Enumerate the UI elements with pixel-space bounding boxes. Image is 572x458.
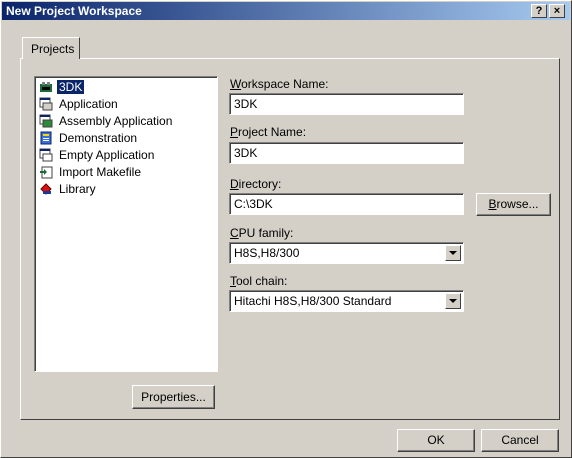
list-item-label: Demonstration — [59, 131, 138, 145]
demonstration-icon — [40, 131, 52, 145]
cpu-family-value: H8S,H8/300 — [234, 246, 300, 260]
list-item-empty-application[interactable]: Empty Application — [38, 147, 214, 164]
3dk-board-icon — [40, 82, 52, 92]
cpu-family-label: CPU family: — [230, 226, 294, 240]
directory-label: Directory: — [230, 177, 282, 191]
project-name-input[interactable]: 3DK — [229, 142, 464, 164]
import-makefile-icon — [40, 166, 53, 179]
project-name-label: Project Name: — [230, 125, 307, 139]
cancel-button[interactable]: Cancel — [481, 429, 559, 452]
close-button[interactable]: × — [549, 4, 565, 18]
workspace-name-label: Workspace Name: — [230, 77, 329, 91]
tool-chain-value: Hitachi H8S,H8/300 Standard — [234, 294, 392, 308]
project-type-list[interactable]: 3DK Application Assembly Application Dem… — [34, 76, 218, 372]
chevron-down-icon[interactable] — [445, 245, 461, 261]
list-item-label: Application — [59, 97, 118, 111]
ok-button[interactable]: OK — [397, 429, 475, 452]
list-item-label: Library — [59, 182, 96, 196]
tool-chain-select[interactable]: Hitachi H8S,H8/300 Standard — [229, 290, 464, 312]
help-button[interactable]: ? — [531, 4, 547, 18]
list-item-3dk[interactable]: 3DK — [38, 79, 214, 96]
empty-application-icon — [39, 148, 53, 162]
directory-input[interactable]: C:\3DK — [229, 193, 464, 215]
workspace-name-input[interactable]: 3DK — [229, 93, 464, 115]
dialog-title: New Project Workspace — [6, 4, 142, 18]
assembly-application-icon — [39, 114, 53, 128]
tool-chain-label: Tool chain: — [230, 274, 288, 288]
list-item-demonstration[interactable]: Demonstration — [38, 130, 214, 147]
tab-projects-label: Projects — [31, 42, 75, 56]
chevron-down-icon[interactable] — [445, 293, 461, 309]
list-item-label: Import Makefile — [59, 165, 142, 179]
title-bar[interactable]: New Project Workspace ? × — [2, 2, 570, 20]
application-icon — [39, 97, 53, 111]
library-icon — [40, 183, 52, 195]
properties-button[interactable]: Properties... — [132, 385, 215, 409]
list-item-label: Assembly Application — [59, 114, 173, 128]
cpu-family-select[interactable]: H8S,H8/300 — [229, 242, 464, 264]
tab-projects[interactable]: Projects — [22, 37, 80, 59]
list-item-label: Empty Application — [59, 148, 155, 162]
list-item-label: 3DK — [57, 80, 85, 94]
list-item-application[interactable]: Application — [38, 96, 214, 113]
list-item-assembly-application[interactable]: Assembly Application — [38, 113, 214, 130]
list-item-import-makefile[interactable]: Import Makefile — [38, 164, 214, 181]
browse-button[interactable]: Browse... — [476, 193, 551, 216]
list-item-library[interactable]: Library — [38, 181, 214, 198]
